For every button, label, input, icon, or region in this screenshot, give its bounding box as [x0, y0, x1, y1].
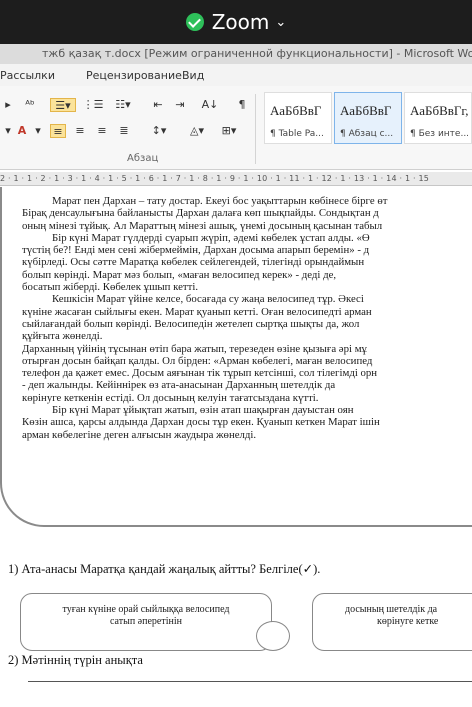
align-right-icon[interactable]: ≡: [94, 124, 110, 138]
chevron-down-icon[interactable]: ⌄: [275, 15, 286, 30]
decrease-indent-icon[interactable]: ⇤: [150, 98, 166, 112]
style-sample: АаБбВвГ: [340, 103, 392, 118]
increase-indent-icon[interactable]: ⇥: [172, 98, 188, 112]
ribbon: ▸ ᴬᵇ ☰▾ ⋮☰ ☷▾ ⇤ ⇥ A↓ ¶ ▾ A ▾ ≡ ≡ ≡ ≣ ↕▾ …: [0, 86, 472, 170]
group-divider: [255, 94, 256, 164]
document-line: Дарханның үйінің тұсынан өтіп бара жатып…: [22, 342, 367, 355]
answer-option-2[interactable]: досының шетелдік да көрінуге кетке: [312, 593, 472, 651]
bullets-icon[interactable]: ☰▾: [50, 98, 76, 112]
numbering-icon[interactable]: ⋮☰: [82, 98, 104, 112]
question-1: 1) Ата-анасы Маратқа қандай жаңалық айтт…: [8, 562, 321, 576]
answer-text: көрінуге кетке: [377, 616, 439, 627]
document-line: күбірледі. Осы сәтте Маратқа көбелек сей…: [22, 256, 365, 269]
align-left-icon[interactable]: ≡: [50, 124, 66, 138]
style-list-paragraph[interactable]: АаБбВвГ ¶ Абзац с...: [334, 92, 402, 144]
document-line: түстің бе?! Енді мен сені жібермеймін, Д…: [22, 244, 370, 257]
answer-option-1[interactable]: туған күніне орай сыйлыққа велосипед сат…: [20, 593, 272, 651]
shading-icon[interactable]: ◬▾: [186, 124, 208, 138]
answer-line[interactable]: [28, 681, 472, 682]
justify-icon[interactable]: ≣: [116, 124, 132, 138]
style-sample: АаБбВвГг,: [410, 103, 469, 118]
style-name: ¶ Table Pa...: [270, 129, 324, 139]
window-title: тжб қазақ т.docx [Режим ограниченной фун…: [0, 44, 472, 64]
document-line: болып көрінді. Марат мәз болып, «маған в…: [22, 268, 337, 281]
change-case-icon[interactable]: ᴬᵇ: [22, 98, 38, 112]
document-line: оның мінезі тұйық. Ал Мараттың мінезі аш…: [22, 219, 383, 232]
document-line: босатып жіберді. Көбелек ұшып кетті.: [22, 281, 199, 294]
document-line: Бір күні Марат гүлдерді суарып жүріп, әд…: [52, 231, 370, 244]
sort-icon[interactable]: A↓: [200, 98, 220, 112]
document-line: құйғыта жөнелді.: [22, 330, 103, 343]
document-line: Көзін ашса, қарсы алдында Дархан досы тұ…: [22, 416, 380, 429]
font-size-icon[interactable]: ▸: [0, 98, 16, 112]
pilcrow-icon[interactable]: ¶: [234, 98, 250, 112]
shield-check-icon: [185, 13, 204, 31]
line-spacing-icon[interactable]: ↕▾: [148, 124, 170, 138]
font-color-icon[interactable]: A: [14, 124, 30, 138]
document-line: - деп жалынды. Кейіннірек өз ата-анасына…: [22, 379, 336, 392]
style-name: ¶ Абзац с...: [340, 129, 394, 139]
document-line: отырған досын байқап қалды. Ол бірден: «…: [22, 354, 373, 367]
style-sample: АаБбВвГ: [270, 103, 322, 118]
document-line: телефон да қажет емес. Досым аяғынан тік…: [22, 367, 378, 380]
font-color-dropdown-icon[interactable]: ▾: [30, 124, 46, 138]
document-line: сыйлағандай болып көрінді. Велосипедін ж…: [22, 317, 360, 330]
horizontal-ruler[interactable]: 2 · 1 · 1 · 2 · 1 · 3 · 1 · 4 · 1 · 5 · …: [0, 172, 472, 186]
answer-text: сатып әперетінін: [110, 616, 182, 627]
document-line: арман көбелегіне деген алғысын жаудыра ж…: [22, 428, 257, 441]
zoom-bar[interactable]: Zoom ⌄: [0, 0, 472, 44]
question-2: 2) Мәтіннің түрін анықта: [8, 653, 143, 667]
document-line: көрінуге кеткенін естіді. Ол досының кел…: [22, 391, 319, 404]
align-center-icon[interactable]: ≡: [72, 124, 88, 138]
zoom-label: Zoom: [211, 10, 270, 34]
ribbon-tabs: Рассылки Рецензирование Вид: [0, 64, 472, 86]
tab-mailings[interactable]: Рассылки: [0, 69, 55, 82]
borders-icon[interactable]: ⊞▾: [218, 124, 240, 138]
document-page[interactable]: Марат пен Дархан – тату достар. Екеуі бо…: [0, 187, 472, 707]
document-line: Бір күні Марат ұйықтап жатып, өзін атап …: [52, 404, 354, 417]
multilevel-list-icon[interactable]: ☷▾: [112, 98, 134, 112]
document-line: күніне жасаған сыйлығы екен. Марат қуаны…: [22, 305, 372, 318]
document-text[interactable]: Марат пен Дархан – тату достар. Екеуі бо…: [22, 195, 472, 441]
ruler-ticks: 2 · 1 · 1 · 2 · 1 · 3 · 1 · 4 · 1 · 5 · …: [0, 174, 430, 183]
style-table-paragraph[interactable]: АаБбВвГ ¶ Table Pa...: [264, 92, 332, 144]
tab-view[interactable]: Вид: [182, 69, 204, 82]
document-line: Кешкісін Марат үйіне келсе, босағада су …: [52, 293, 364, 306]
style-no-spacing[interactable]: АаБбВвГг, ¶ Без инте...: [404, 92, 472, 144]
checkbox-circle[interactable]: [256, 621, 290, 651]
document-line: Бірақ денсаулығына байланысты Дархан дал…: [22, 207, 379, 220]
answer-text: туған күніне орай сыйлыққа велосипед: [62, 604, 230, 615]
tab-review[interactable]: Рецензирование: [86, 69, 182, 82]
document-line: Марат пен Дархан – тату достар. Екеуі бо…: [52, 195, 388, 207]
style-name: ¶ Без инте...: [410, 129, 470, 139]
answer-text: досының шетелдік да: [345, 604, 438, 615]
paragraph-group-label: Абзац: [127, 153, 159, 164]
